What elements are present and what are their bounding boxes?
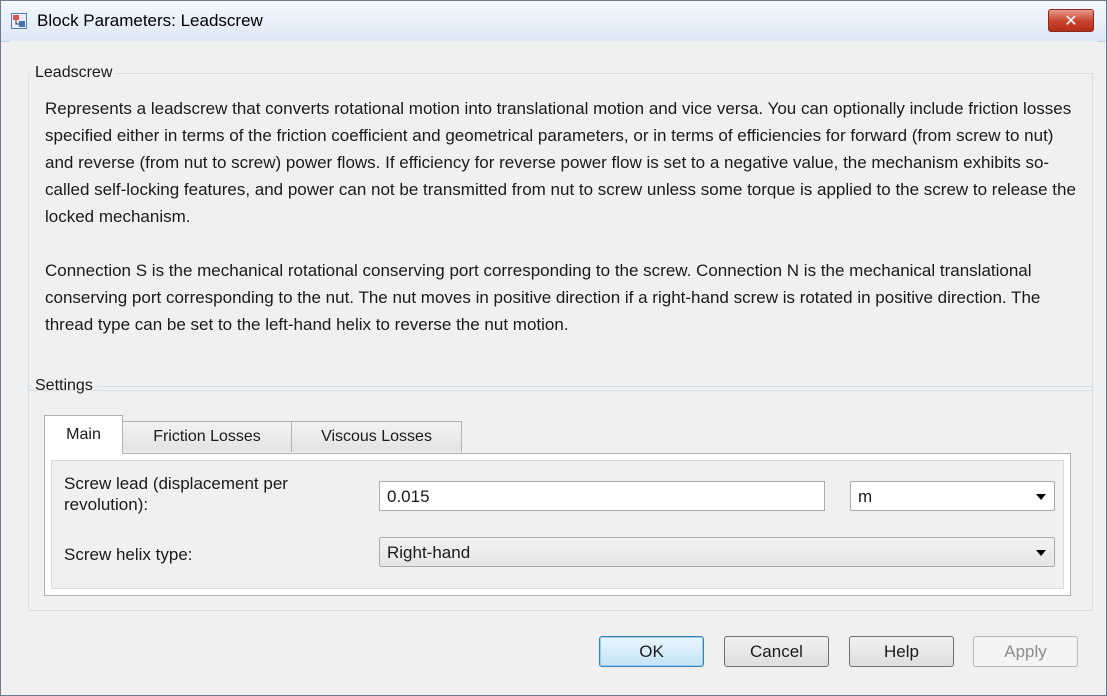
tab-friction-losses[interactable]: Friction Losses: [122, 421, 292, 452]
screw-lead-label-line1: Screw lead (displacement per: [64, 474, 288, 493]
apply-button[interactable]: Apply: [973, 636, 1078, 667]
screw-lead-unit-select[interactable]: m: [850, 481, 1055, 511]
chevron-down-icon: [1036, 550, 1046, 556]
chevron-down-icon: [1036, 494, 1046, 500]
simulink-block-icon: [11, 13, 27, 29]
description-paragraph-1: Represents a leadscrew that converts rot…: [45, 99, 1076, 226]
close-icon: ✕: [1064, 11, 1078, 30]
apply-button-label: Apply: [1004, 641, 1047, 661]
help-button-label: Help: [884, 641, 919, 661]
parameters-panel: Screw lead (displacement per revolution)…: [51, 460, 1064, 589]
settings-group-title: Settings: [35, 377, 93, 394]
screw-lead-unit-value: m: [858, 487, 873, 506]
block-group-title: Leadscrew: [35, 64, 113, 81]
tab-viscous-losses[interactable]: Viscous Losses: [291, 421, 462, 452]
screw-lead-value: 0.015: [387, 487, 430, 506]
tab-main-label: Main: [66, 426, 101, 443]
title-bar[interactable]: Block Parameters: Leadscrew ✕: [1, 1, 1106, 42]
cancel-button[interactable]: Cancel: [724, 636, 829, 667]
screw-lead-input[interactable]: 0.015: [379, 481, 825, 511]
tab-panel-main: Screw lead (displacement per revolution)…: [44, 453, 1071, 596]
tab-friction-losses-label: Friction Losses: [153, 428, 261, 445]
description-paragraph-2: Connection S is the mechanical rotationa…: [45, 261, 1041, 334]
ok-button-label: OK: [639, 641, 664, 661]
window-title: Block Parameters: Leadscrew: [37, 11, 263, 30]
dialog-body: Leadscrew Represents a leadscrew that co…: [10, 41, 1098, 695]
screw-lead-label: Screw lead (displacement per revolution)…: [64, 473, 288, 515]
helix-type-label: Screw helix type:: [64, 545, 193, 564]
cancel-button-label: Cancel: [750, 641, 803, 661]
help-button[interactable]: Help: [849, 636, 954, 667]
ok-button[interactable]: OK: [599, 636, 704, 667]
dialog-window: Block Parameters: Leadscrew ✕ Leadscrew …: [0, 0, 1107, 696]
tab-viscous-losses-label: Viscous Losses: [321, 428, 432, 445]
close-button[interactable]: ✕: [1048, 9, 1094, 32]
screw-lead-label-line2: revolution):: [64, 495, 149, 514]
helix-type-select[interactable]: Right-hand: [379, 537, 1055, 567]
block-description: Represents a leadscrew that converts rot…: [45, 95, 1085, 365]
helix-type-value: Right-hand: [387, 543, 471, 562]
tab-main[interactable]: Main: [44, 415, 123, 454]
